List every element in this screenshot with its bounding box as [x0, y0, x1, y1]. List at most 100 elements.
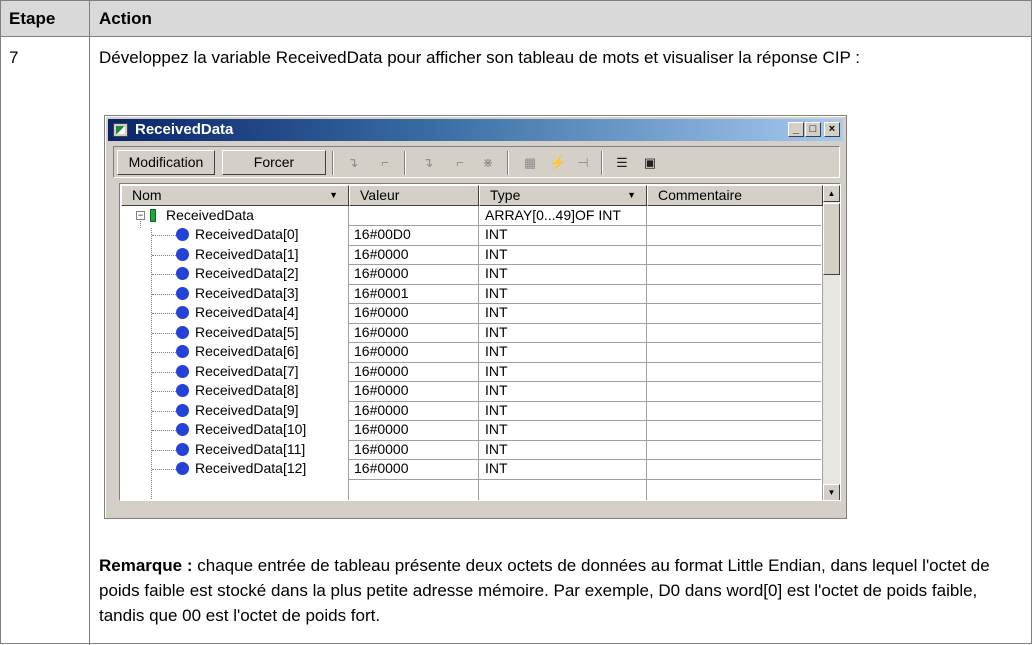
display-format-icon[interactable]: ☰: [613, 154, 631, 172]
column-header-type[interactable]: Type ▼: [479, 185, 647, 206]
row-value: 16#0001: [354, 284, 409, 301]
row-type: INT: [485, 401, 508, 418]
chevron-down-icon[interactable]: ▼: [329, 186, 338, 205]
row-name: ReceivedData[0]: [195, 226, 299, 242]
column-header-commentaire[interactable]: Commentaire: [647, 185, 823, 206]
row-value: 16#0000: [354, 362, 409, 379]
force-falling-icon[interactable]: ⌐: [451, 154, 469, 172]
tree-line: [152, 254, 176, 256]
table-row[interactable]: ReceivedData[9] 16#0000 INT: [121, 402, 822, 420]
variable-bullet-icon: [176, 442, 189, 456]
table-row[interactable]: ReceivedData[4] 16#0000 INT: [121, 304, 822, 322]
unforce-icon[interactable]: ⋇: [479, 154, 497, 172]
forcer-button[interactable]: Forcer: [222, 150, 326, 175]
row-value: 16#0000: [354, 401, 409, 418]
column-commentaire-label: Commentaire: [658, 187, 743, 203]
column-header-valeur[interactable]: Valeur: [349, 185, 479, 206]
column-header-nom[interactable]: Nom ▼: [121, 185, 349, 206]
toolbar-separator: [507, 151, 509, 175]
toolbar-separator: [601, 151, 603, 175]
row-type: INT: [485, 323, 508, 340]
row-value: 16#0000: [354, 440, 409, 457]
row-value: 16#0000: [354, 460, 409, 476]
window-title: ReceivedData: [135, 121, 234, 138]
tree-line: [152, 449, 176, 451]
chevron-down-icon[interactable]: ▼: [627, 186, 636, 205]
variable-bullet-icon: [176, 228, 189, 241]
row-type: INT: [485, 265, 508, 281]
scroll-thumb[interactable]: [823, 203, 840, 275]
set-falling-icon[interactable]: ⌐: [376, 154, 394, 172]
rt-icon[interactable]: ▣: [641, 154, 659, 172]
lightning-icon[interactable]: ⚡: [549, 154, 567, 172]
bracket-icon[interactable]: ⊣: [574, 154, 592, 172]
table-row[interactable]: − ReceivedData ARRAY[0...49]OF INT: [121, 207, 822, 225]
variable-bullet-icon: [176, 247, 189, 261]
vertical-scrollbar[interactable]: ▲ ▼: [823, 185, 840, 500]
tree-line: [152, 430, 176, 431]
tree-line: [152, 391, 176, 392]
tree-line: [152, 410, 176, 412]
table-row[interactable]: ReceivedData[7] 16#0000 INT: [121, 363, 822, 381]
window-app-icon: [113, 123, 128, 137]
scroll-up-icon[interactable]: ▲: [823, 185, 840, 202]
table-row[interactable]: ReceivedData[0] 16#00D0 INT: [121, 226, 822, 244]
tree-line: [152, 293, 176, 295]
row-type: INT: [485, 460, 508, 476]
action-intro-text: Développez la variable ReceivedData pour…: [99, 48, 861, 67]
row-type: INT: [485, 362, 508, 379]
grid-line: [348, 478, 821, 480]
tree-line: [152, 332, 176, 334]
set-rising-icon[interactable]: ↴: [344, 154, 362, 172]
instruction-table: Etape Action 7 Développez la variable Re…: [0, 0, 1032, 645]
close-button[interactable]: ×: [824, 122, 840, 137]
table-row[interactable]: ReceivedData[5] 16#0000 INT: [121, 324, 822, 342]
row-value: 16#0000: [354, 382, 409, 398]
row-name: ReceivedData[10]: [195, 421, 307, 437]
minimize-button[interactable]: _: [788, 122, 804, 137]
received-data-window: ReceivedData _ □ × Modification Forcer ↴…: [104, 115, 847, 519]
row-name: ReceivedData[12]: [195, 460, 307, 476]
window-titlebar[interactable]: ReceivedData _ □ ×: [108, 119, 843, 141]
table-row[interactable]: ReceivedData[6] 16#0000 INT: [121, 343, 822, 361]
row-type: INT: [485, 245, 508, 262]
variable-bullet-icon: [176, 345, 189, 358]
remark-paragraph: Remarque : chaque entrée de tableau prés…: [99, 553, 1019, 628]
table-row[interactable]: ReceivedData[1] 16#0000 INT: [121, 246, 822, 264]
variable-bullet-icon: [176, 403, 189, 417]
table-row[interactable]: ReceivedData[10] 16#0000 INT: [121, 421, 822, 439]
row-name: ReceivedData: [166, 207, 254, 223]
row-value: 16#0000: [354, 421, 409, 437]
row-name: ReceivedData[4]: [195, 304, 299, 320]
variable-bullet-icon: [176, 364, 189, 378]
row-name: ReceivedData[8]: [195, 382, 299, 398]
table-row[interactable]: ReceivedData[3] 16#0001 INT: [121, 285, 822, 303]
variable-bullet-icon: [176, 384, 189, 397]
row-name: ReceivedData[1]: [195, 245, 299, 262]
variable-bullet-icon: [176, 306, 189, 319]
table-row[interactable]: ReceivedData[11] 16#0000 INT: [121, 441, 822, 459]
row-value: 16#0000: [354, 245, 409, 262]
table-row[interactable]: ReceivedData[2] 16#0000 INT: [121, 265, 822, 283]
force-rising-icon[interactable]: ↴: [419, 154, 437, 172]
step-number: 7: [9, 48, 19, 67]
maximize-button[interactable]: □: [805, 122, 821, 137]
table-row[interactable]: ReceivedData[8] 16#0000 INT: [121, 382, 822, 400]
scroll-down-icon[interactable]: ▼: [823, 484, 840, 500]
variables-grid: Nom ▼ Valeur Type ▼ Commentaire − Receiv…: [119, 183, 841, 501]
grid-icon[interactable]: ▦: [521, 154, 539, 172]
row-type: INT: [485, 284, 508, 301]
table-header-row: Etape Action: [1, 1, 1031, 37]
row-type: INT: [485, 304, 508, 320]
row-value: 16#0000: [354, 265, 409, 281]
array-variable-icon: [150, 209, 156, 222]
row-name: ReceivedData[5]: [195, 323, 299, 340]
row-name: ReceivedData[11]: [195, 440, 306, 457]
toolbar-separator: [332, 151, 334, 175]
table-row[interactable]: ReceivedData[12] 16#0000 INT: [121, 460, 822, 478]
modification-button[interactable]: Modification: [117, 150, 215, 175]
collapse-icon[interactable]: −: [136, 211, 145, 220]
column-nom-label: Nom: [132, 187, 162, 203]
header-step: Etape: [9, 9, 56, 28]
tree-line: [152, 371, 176, 373]
